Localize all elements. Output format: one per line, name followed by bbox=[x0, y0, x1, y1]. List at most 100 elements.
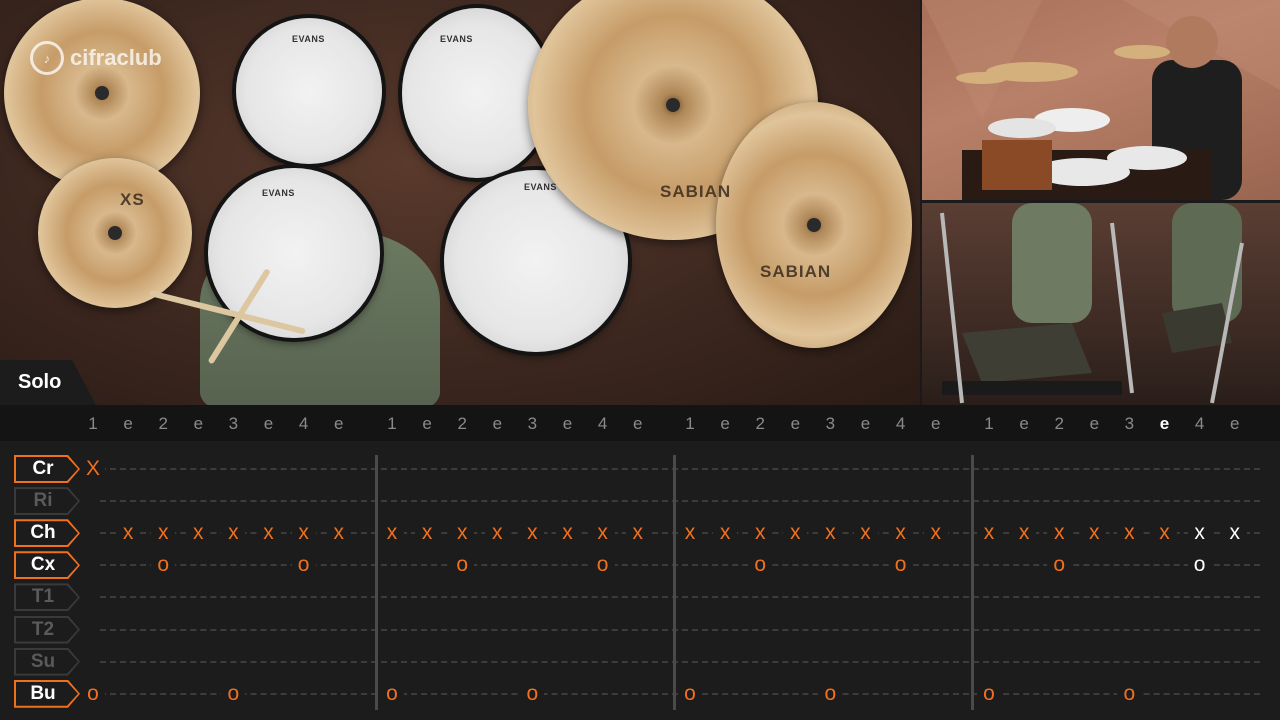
open-note: o bbox=[818, 681, 843, 706]
beat-marker: 3 bbox=[825, 414, 836, 433]
open-note: o bbox=[520, 681, 545, 706]
hit-note: x bbox=[1012, 521, 1037, 546]
beat-marker: 3 bbox=[228, 414, 239, 433]
beat-marker: 3 bbox=[1124, 414, 1135, 433]
hit-note: x bbox=[186, 521, 211, 546]
instrument-label-bu: Bu bbox=[14, 679, 80, 708]
hit-note: x bbox=[555, 521, 580, 546]
hit-note: x bbox=[485, 521, 510, 546]
instrument-label-cr: Cr bbox=[14, 455, 80, 483]
open-note: o bbox=[151, 553, 176, 578]
open-note: o bbox=[450, 553, 475, 578]
open-note: o bbox=[1187, 553, 1212, 578]
hit-note: x bbox=[1222, 521, 1247, 546]
beat-marker: e bbox=[1159, 414, 1170, 433]
hit-note: x bbox=[1152, 521, 1177, 546]
measure-bar-line bbox=[375, 455, 378, 710]
beat-marker: 1 bbox=[984, 414, 994, 433]
tab-lane bbox=[100, 500, 1260, 503]
instrument-label-text: Cr bbox=[32, 458, 54, 479]
drum-brand-label: EVANS bbox=[262, 188, 295, 198]
tab-lane bbox=[100, 468, 1260, 470]
open-note: o bbox=[590, 553, 615, 578]
beat-marker: e bbox=[333, 414, 344, 433]
instrument-label-text: Ri bbox=[33, 490, 53, 512]
open-note: o bbox=[380, 681, 404, 706]
hit-note: x bbox=[888, 521, 913, 546]
logo-text: cifraclub bbox=[70, 45, 162, 70]
beat-marker: 2 bbox=[158, 414, 168, 433]
section-label: Solo bbox=[18, 371, 62, 393]
open-note: o bbox=[291, 553, 316, 578]
instrument-label-text: Cx bbox=[30, 554, 56, 576]
beat-marker: 1 bbox=[88, 414, 98, 433]
hit-note: x bbox=[151, 521, 176, 546]
cymbal-brand-label: SABIAN bbox=[660, 182, 732, 201]
open-note: o bbox=[1117, 681, 1142, 706]
hit-note: X bbox=[81, 457, 105, 481]
tab-lane bbox=[100, 596, 1260, 599]
beat-marker: e bbox=[562, 414, 573, 433]
video-divider bbox=[922, 200, 1280, 203]
video-feet-view bbox=[922, 203, 1280, 405]
beat-marker: e bbox=[860, 414, 871, 433]
beat-marker: e bbox=[263, 414, 274, 433]
drum-tab-area bbox=[0, 441, 1280, 720]
hit-note: x bbox=[590, 521, 615, 546]
instrument-label-t1: T1 bbox=[14, 583, 80, 612]
hit-note: x bbox=[1117, 521, 1142, 546]
open-note: o bbox=[678, 681, 702, 706]
measure-bar-line bbox=[673, 455, 676, 710]
drum-brand-label: EVANS bbox=[292, 34, 325, 44]
hit-note: x bbox=[783, 521, 808, 546]
front-view-scene bbox=[922, 0, 1280, 200]
beat-marker: e bbox=[422, 414, 432, 433]
beat-marker: e bbox=[1089, 414, 1100, 433]
beat-marker: 1 bbox=[387, 414, 397, 433]
beat-marker: 2 bbox=[755, 414, 765, 433]
feet-view-scene bbox=[940, 203, 1244, 404]
beat-marker: e bbox=[720, 414, 730, 433]
measure-bar-line bbox=[971, 455, 974, 710]
open-note: o bbox=[888, 553, 913, 578]
crash-cymbal-right bbox=[716, 102, 912, 348]
hit-note: x bbox=[450, 521, 475, 546]
hit-note: x bbox=[221, 521, 246, 546]
tab-lane bbox=[100, 564, 1260, 567]
beat-marker: e bbox=[930, 414, 941, 433]
drum-brand-label: EVANS bbox=[440, 34, 473, 44]
beat-marker: 4 bbox=[298, 414, 309, 433]
hit-note: x bbox=[520, 521, 545, 546]
guitar-pick-icon: ♪ bbox=[30, 41, 64, 75]
open-note: o bbox=[977, 681, 1001, 706]
beat-marker: e bbox=[1229, 414, 1240, 433]
instrument-label-su: Su bbox=[14, 647, 80, 676]
instrument-label-text: T2 bbox=[31, 618, 55, 640]
site-logo: ♪ cifraclub bbox=[30, 38, 180, 78]
beat-marker: e bbox=[193, 414, 204, 433]
hit-note: x bbox=[415, 521, 440, 546]
hit-note: x bbox=[923, 521, 948, 546]
hit-note: x bbox=[1082, 521, 1107, 546]
instrument-label-text: T1 bbox=[31, 586, 55, 608]
instrument-label-text: Ch bbox=[30, 522, 56, 544]
video-overhead-view: EVANS EVANS EVANS EVANS SABIAN SABIAN XS… bbox=[0, 0, 920, 405]
beat-marker: e bbox=[790, 414, 801, 433]
beat-marker: 3 bbox=[527, 414, 538, 433]
beat-marker: 4 bbox=[597, 414, 608, 433]
beat-marker: e bbox=[123, 414, 133, 433]
hit-note: x bbox=[380, 521, 404, 546]
tab-lane bbox=[100, 628, 1260, 631]
beat-marker: 1 bbox=[685, 414, 695, 433]
beat-marker: e bbox=[1019, 414, 1029, 433]
hit-note: x bbox=[713, 521, 738, 546]
hit-note: x bbox=[326, 521, 351, 546]
open-note: o bbox=[748, 553, 773, 578]
drum-brand-label: EVANS bbox=[524, 182, 557, 192]
hit-note: x bbox=[1047, 521, 1072, 546]
open-note: o bbox=[81, 681, 105, 706]
video-front-view bbox=[922, 0, 1280, 200]
hit-note: x bbox=[977, 521, 1001, 546]
open-note: o bbox=[1047, 553, 1072, 578]
hit-note: x bbox=[1187, 521, 1212, 546]
